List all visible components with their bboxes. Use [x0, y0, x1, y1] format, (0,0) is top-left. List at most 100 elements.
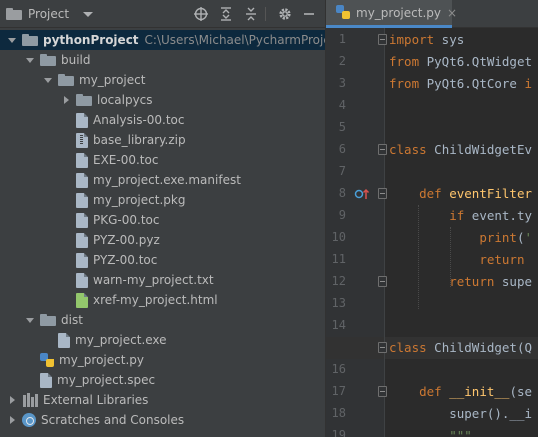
line-number: 17: [331, 384, 346, 398]
tree-item[interactable]: build: [0, 50, 325, 70]
code-line[interactable]: def __init__(se: [389, 384, 532, 399]
code-line[interactable]: if event.ty: [389, 208, 532, 223]
tree-item-label: External Libraries: [43, 393, 149, 407]
chevron-down-icon[interactable]: [42, 74, 54, 86]
code-line[interactable]: print(': [389, 230, 532, 245]
line-number: 1: [338, 32, 346, 46]
tree-item[interactable]: External Libraries: [0, 390, 325, 410]
code-token: class: [389, 142, 427, 157]
code-token: event.ty: [464, 208, 533, 223]
tree-item-label: xref-my_project.html: [93, 293, 218, 307]
tree-item-label: dist: [61, 313, 83, 327]
tree-item[interactable]: localpycs: [0, 90, 325, 110]
tree-item[interactable]: my_project.py: [0, 350, 325, 370]
collapse-all-button[interactable]: [242, 5, 260, 23]
fold-marker-icon[interactable]: [378, 276, 387, 287]
chevron-right-icon[interactable]: [6, 394, 18, 406]
tree-arrow-placeholder: [24, 374, 36, 386]
tree-item[interactable]: xref-my_project.html: [0, 290, 325, 310]
code-line[interactable]: """: [389, 428, 472, 437]
tree-item-label: warn-my_project.txt: [93, 273, 214, 287]
code-line[interactable]: return: [389, 252, 524, 267]
close-icon[interactable]: ×: [447, 6, 457, 20]
tree-item[interactable]: dist: [0, 310, 325, 330]
code-token: print: [479, 230, 517, 245]
code-token: __init__: [449, 384, 510, 399]
fold-marker-icon[interactable]: [378, 386, 387, 397]
tab-label: my_project.py: [356, 5, 441, 20]
tree-item[interactable]: Analysis-00.toc: [0, 110, 325, 130]
file-icon: [76, 232, 88, 248]
tree-item-label: PKG-00.toc: [93, 213, 160, 227]
project-view-selector[interactable]: Project: [6, 6, 94, 22]
chevron-right-icon[interactable]: [60, 94, 72, 106]
line-number: 3: [338, 76, 346, 90]
code-line[interactable]: class ChildWidget(Q: [389, 340, 532, 355]
tab-my-project-py[interactable]: my_project.py ×: [326, 0, 457, 28]
tree-item[interactable]: PYZ-00.pyz: [0, 230, 325, 250]
code-line[interactable]: def eventFilter: [389, 186, 532, 201]
tree-arrow-placeholder: [60, 174, 72, 186]
line-number: 19: [331, 428, 346, 437]
tree-item[interactable]: PYZ-00.toc: [0, 250, 325, 270]
file-icon: [76, 112, 88, 128]
chevron-down-icon[interactable]: [24, 54, 36, 66]
tree-arrow-placeholder: [60, 254, 72, 266]
file-icon: [40, 372, 52, 388]
override-method-icon[interactable]: [354, 187, 370, 201]
tree-item[interactable]: base_library.zip: [0, 130, 325, 150]
fold-marker-icon[interactable]: [378, 34, 387, 45]
folder-icon: [22, 34, 38, 46]
code-line[interactable]: import sys: [389, 32, 464, 47]
fold-marker-icon[interactable]: [378, 188, 387, 199]
chevron-right-icon[interactable]: [6, 414, 18, 426]
code-token: return: [479, 252, 525, 267]
tree-item[interactable]: my_project.exe.manifest: [0, 170, 325, 190]
chevron-down-icon[interactable]: [24, 314, 36, 326]
code-line[interactable]: super().__i: [389, 406, 532, 421]
tree-item-label: pythonProject: [43, 33, 139, 47]
line-number: 5: [338, 120, 346, 134]
locate-file-button[interactable]: [192, 5, 210, 23]
tree-item[interactable]: my_project.spec: [0, 370, 325, 390]
tree-arrow-placeholder: [42, 334, 54, 346]
tree-root-item[interactable]: pythonProject C:\Users\Michael\PycharmPro…: [0, 30, 325, 50]
expand-all-button[interactable]: [217, 5, 235, 23]
panel-title: Project: [28, 7, 70, 21]
chevron-down-icon[interactable]: [83, 11, 94, 17]
hide-panel-button[interactable]: [300, 5, 318, 23]
settings-button[interactable]: [276, 5, 294, 23]
tree-item[interactable]: my_project.exe: [0, 330, 325, 350]
file-icon: [76, 152, 88, 168]
chevron-down-icon[interactable]: [6, 34, 18, 46]
code-token: import: [389, 32, 435, 47]
gear-icon: [279, 8, 291, 20]
tree-item-label: my_project.spec: [57, 373, 156, 387]
fold-marker-icon[interactable]: [378, 342, 387, 353]
tree-item[interactable]: EXE-00.toc: [0, 150, 325, 170]
code-token: super().__i: [449, 406, 533, 421]
code-line[interactable]: class ChildWidgetEv: [389, 142, 532, 157]
file-icon: [76, 212, 88, 228]
scratches-icon: [22, 413, 36, 427]
tree-item[interactable]: my_project.pkg: [0, 190, 325, 210]
tree-item[interactable]: Scratches and Consoles: [0, 410, 325, 430]
code-editor[interactable]: my_project.py × 123456789101112131415161…: [326, 0, 538, 437]
fold-marker-icon[interactable]: [378, 144, 387, 155]
tree-item[interactable]: my_project: [0, 70, 325, 90]
tree-arrow-placeholder: [60, 274, 72, 286]
code-line[interactable]: from PyQt6.QtCore i: [389, 76, 532, 91]
tree-arrow-placeholder: [60, 134, 72, 146]
line-number: 13: [331, 296, 346, 310]
line-number: 8: [338, 186, 346, 200]
code-line[interactable]: from PyQt6.QtWidget: [389, 54, 532, 69]
code-token: supe: [494, 274, 533, 289]
line-number: 18: [331, 406, 346, 420]
tree-item[interactable]: warn-my_project.txt: [0, 270, 325, 290]
code-line[interactable]: return supe: [389, 274, 532, 289]
tree-item[interactable]: PKG-00.toc: [0, 210, 325, 230]
